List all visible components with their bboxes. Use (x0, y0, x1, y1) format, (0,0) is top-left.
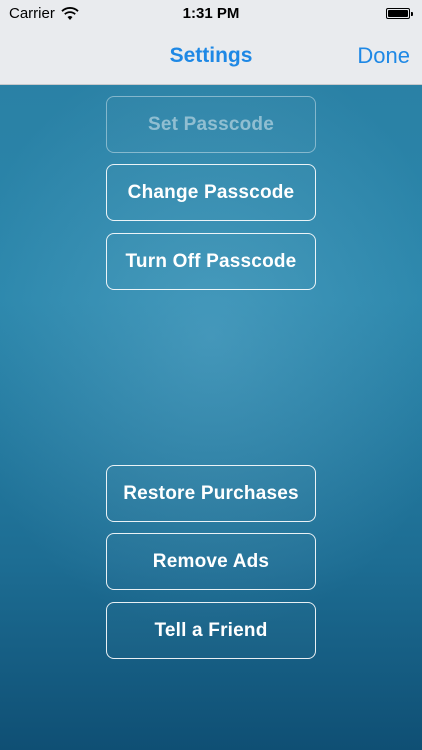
restore-purchases-button[interactable]: Restore Purchases (106, 465, 316, 522)
done-button[interactable]: Done (357, 43, 410, 69)
remove-ads-button[interactable]: Remove Ads (106, 533, 316, 590)
tell-a-friend-button[interactable]: Tell a Friend (106, 602, 316, 659)
status-bar: Carrier 1:31 PM (0, 0, 422, 28)
turn-off-passcode-button[interactable]: Turn Off Passcode (106, 233, 316, 290)
settings-screen: Carrier 1:31 PM Settings Done Set Passco… (0, 0, 422, 750)
change-passcode-button[interactable]: Change Passcode (106, 164, 316, 221)
battery-fill (388, 10, 408, 17)
battery-icon (386, 8, 413, 19)
set-passcode-button[interactable]: Set Passcode (106, 96, 316, 153)
navigation-bar: Settings Done (0, 28, 422, 85)
status-time: 1:31 PM (182, 5, 240, 22)
